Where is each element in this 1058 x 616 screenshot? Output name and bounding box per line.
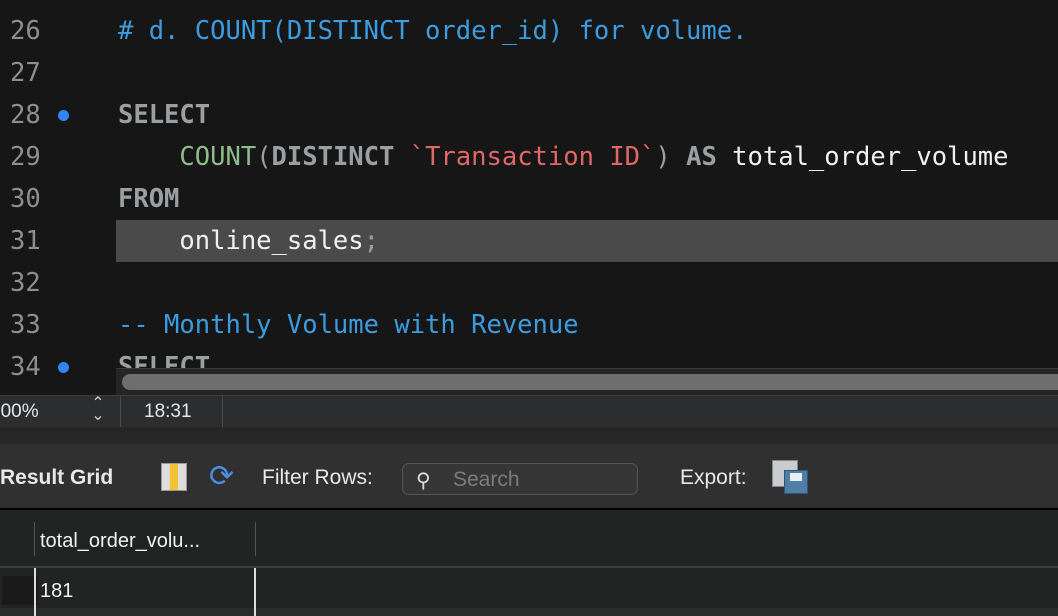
export-save-icon[interactable] (772, 460, 808, 494)
table-row[interactable]: 181 (0, 568, 1058, 608)
filter-search-box[interactable]: ⚲ (402, 463, 638, 495)
line-number: 27 (10, 58, 41, 88)
statement-marker-icon (58, 110, 69, 121)
code-token: `Transaction ID` (409, 142, 656, 172)
sql-editor[interactable]: 26 # d. COUNT(DISTINCT order_id) for volu… (0, 0, 1058, 395)
code-line[interactable]: 30 FROM (0, 178, 1058, 220)
code-token: ( (256, 142, 272, 172)
code-text: COUNT(DISTINCT `Transaction ID`) AS tota… (118, 136, 1009, 178)
code-token: # d. COUNT(DISTINCT order_id) for volume… (118, 16, 748, 46)
cursor-position: 18:31 (144, 401, 192, 422)
grid-header: total_order_volu... (0, 512, 1058, 568)
code-line[interactable]: 28 SELECT (0, 94, 1058, 136)
line-number: 29 (10, 142, 41, 172)
grid-layout-icon[interactable] (161, 463, 187, 491)
result-toolbar: Result Grid ⟳ Filter Rows: ⚲ Export: (0, 444, 1058, 510)
column-divider (34, 522, 35, 556)
grid-empty-area (0, 608, 1058, 616)
code-line[interactable]: 32 (0, 262, 1058, 304)
code-token: AS (686, 142, 717, 172)
code-token: -- Monthly Volume with Revenue (118, 310, 579, 340)
column-divider (255, 522, 256, 556)
code-token: DISTINCT (271, 142, 395, 172)
line-number: 33 (10, 310, 41, 340)
code-token: ; (363, 226, 379, 256)
divider (120, 396, 121, 428)
refresh-icon[interactable]: ⟳ (209, 459, 234, 494)
code-token: online_sales (118, 226, 364, 256)
code-line[interactable]: 33 -- Monthly Volume with Revenue (0, 304, 1058, 346)
code-token: total_order_volume (716, 142, 1009, 172)
code-token: COUNT (179, 142, 257, 172)
filter-rows-label: Filter Rows: (262, 466, 373, 489)
cell-border (254, 568, 256, 616)
code-text: SELECT (118, 94, 210, 136)
cell-border (34, 568, 36, 616)
line-number: 30 (10, 184, 41, 214)
code-text: # d. COUNT(DISTINCT order_id) for volume… (118, 10, 747, 52)
line-number: 34 (10, 352, 41, 382)
divider (0, 427, 1058, 444)
code-token: FROM (118, 184, 180, 214)
row-selector[interactable] (2, 576, 38, 605)
code-line[interactable]: 31 online_sales; (0, 220, 1058, 262)
search-input[interactable] (453, 468, 623, 492)
zoom-stepper-icon[interactable]: ⌃ ⌄ (88, 396, 108, 424)
code-text: online_sales; (118, 220, 379, 262)
horizontal-scrollbar[interactable] (116, 368, 1058, 395)
divider (222, 396, 223, 428)
statement-marker-icon (58, 362, 69, 373)
code-token: ) (655, 142, 671, 172)
code-line[interactable]: 26 # d. COUNT(DISTINCT order_id) for volu… (0, 10, 1058, 52)
table-cell[interactable]: 181 (40, 580, 73, 603)
export-label: Export: (680, 466, 747, 489)
line-number: 26 (10, 16, 41, 46)
column-header[interactable]: total_order_volu... (40, 530, 200, 553)
line-number: 31 (10, 226, 41, 256)
code-line[interactable]: 29 COUNT(DISTINCT `Transaction ID`) AS t… (0, 136, 1058, 178)
search-icon: ⚲ (416, 470, 431, 492)
result-grid-tab[interactable]: Result Grid (0, 466, 113, 490)
line-number: 28 (10, 100, 41, 130)
code-token: SELECT (118, 100, 211, 130)
code-line[interactable]: 27 (0, 52, 1058, 94)
status-bar: 100% ⌃⌄ 18:31 (0, 395, 1058, 428)
line-number: 32 (10, 268, 41, 298)
code-text: FROM (118, 178, 179, 220)
scrollbar-thumb[interactable] (122, 374, 1058, 390)
code-text: -- Monthly Volume with Revenue (118, 304, 579, 346)
zoom-level: 100% (0, 401, 39, 422)
